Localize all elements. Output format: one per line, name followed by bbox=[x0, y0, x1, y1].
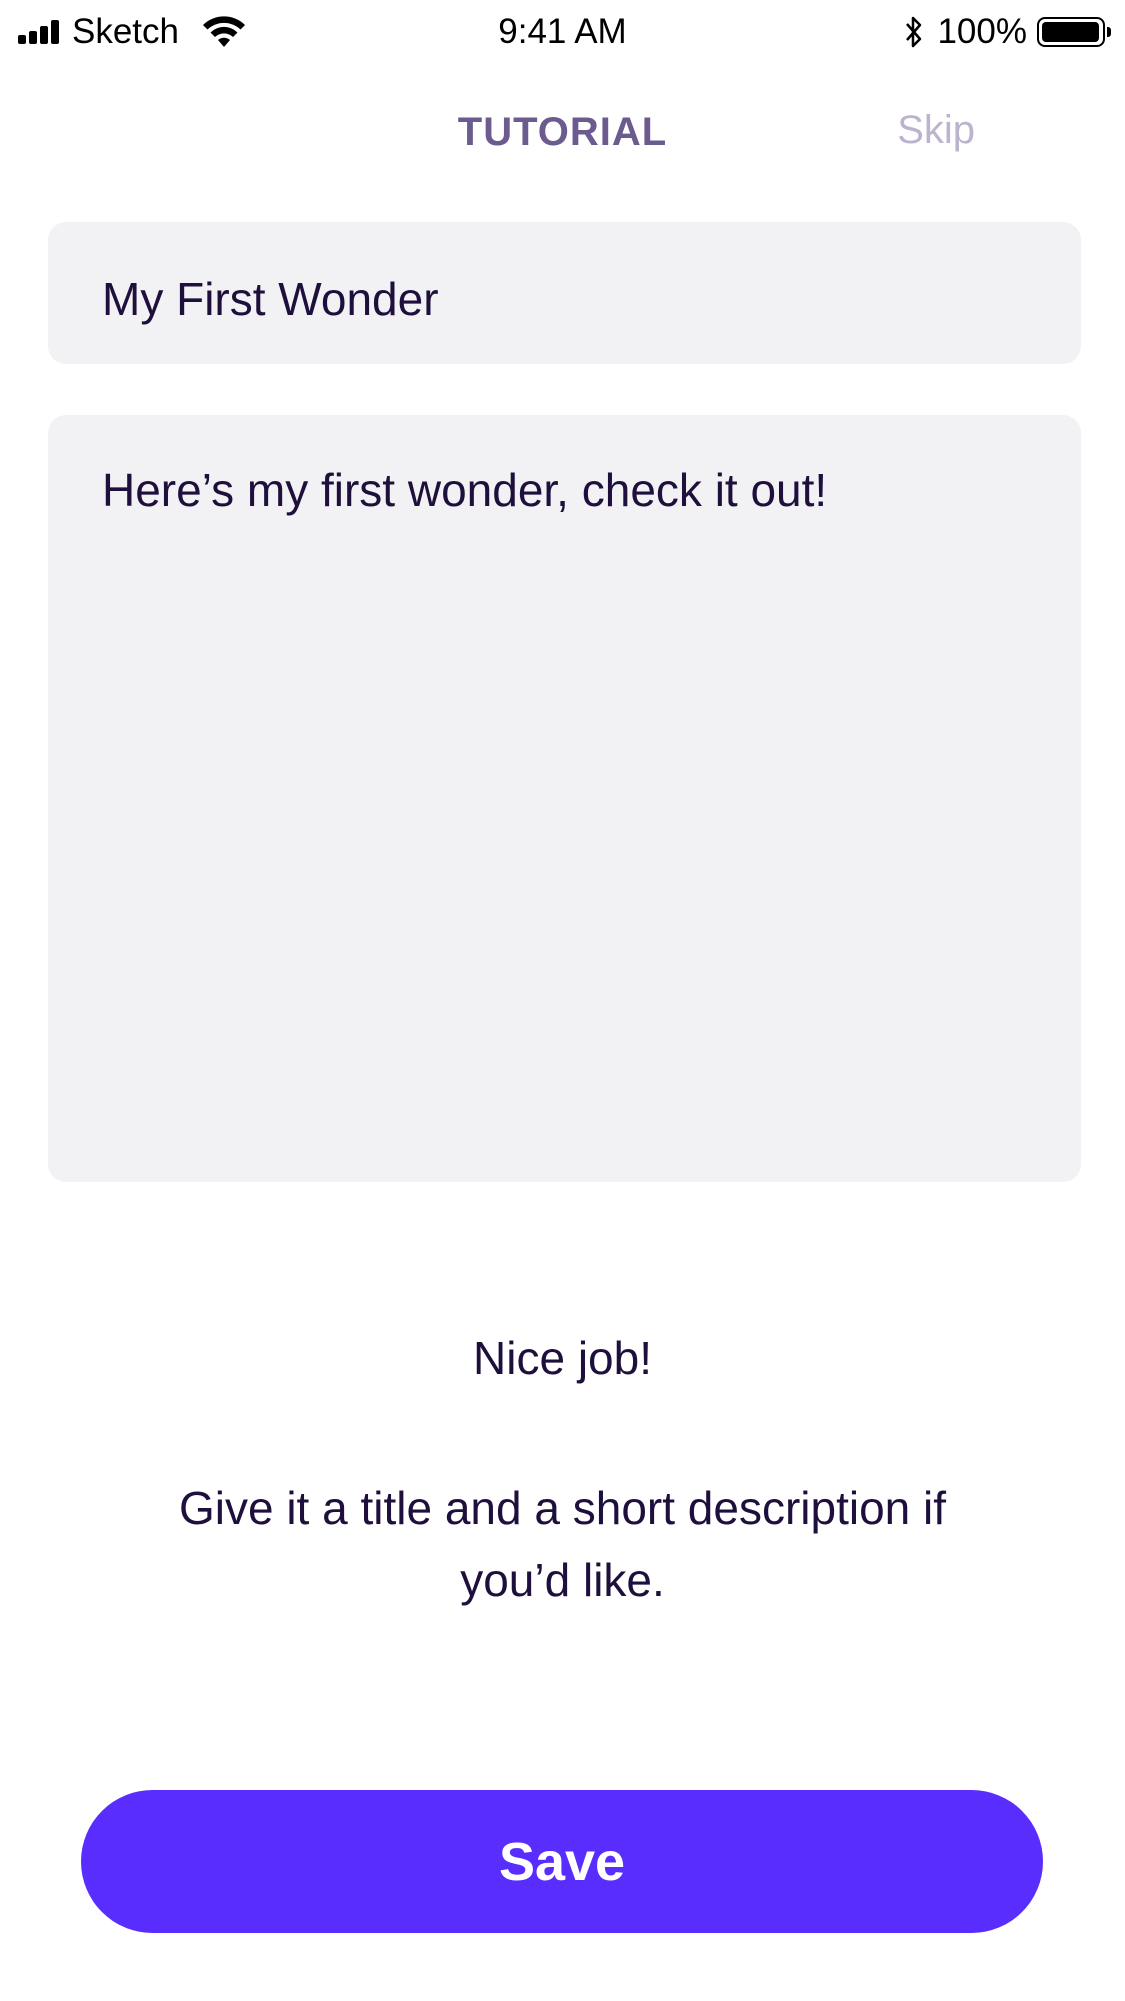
instruction-text: Give it a title and a short description … bbox=[178, 1482, 947, 1606]
skip-button[interactable]: Skip bbox=[897, 108, 975, 153]
bluetooth-icon bbox=[906, 16, 922, 48]
battery-icon bbox=[1037, 17, 1111, 47]
battery-fill bbox=[1042, 22, 1099, 42]
wonder-description-field[interactable]: Here’s my first wonder, check it out! bbox=[48, 415, 1081, 1182]
battery-percent: 100% bbox=[937, 12, 1027, 51]
status-bar: Sketch 9:41 AM 100% bbox=[0, 0, 1125, 64]
save-button[interactable]: Save bbox=[81, 1790, 1043, 1933]
wonder-title-field[interactable]: My First Wonder bbox=[48, 222, 1081, 364]
nav-bar: TUTORIAL Skip bbox=[0, 100, 1125, 170]
status-right: 100% bbox=[903, 10, 1111, 54]
success-message: Nice job! bbox=[473, 1332, 652, 1384]
